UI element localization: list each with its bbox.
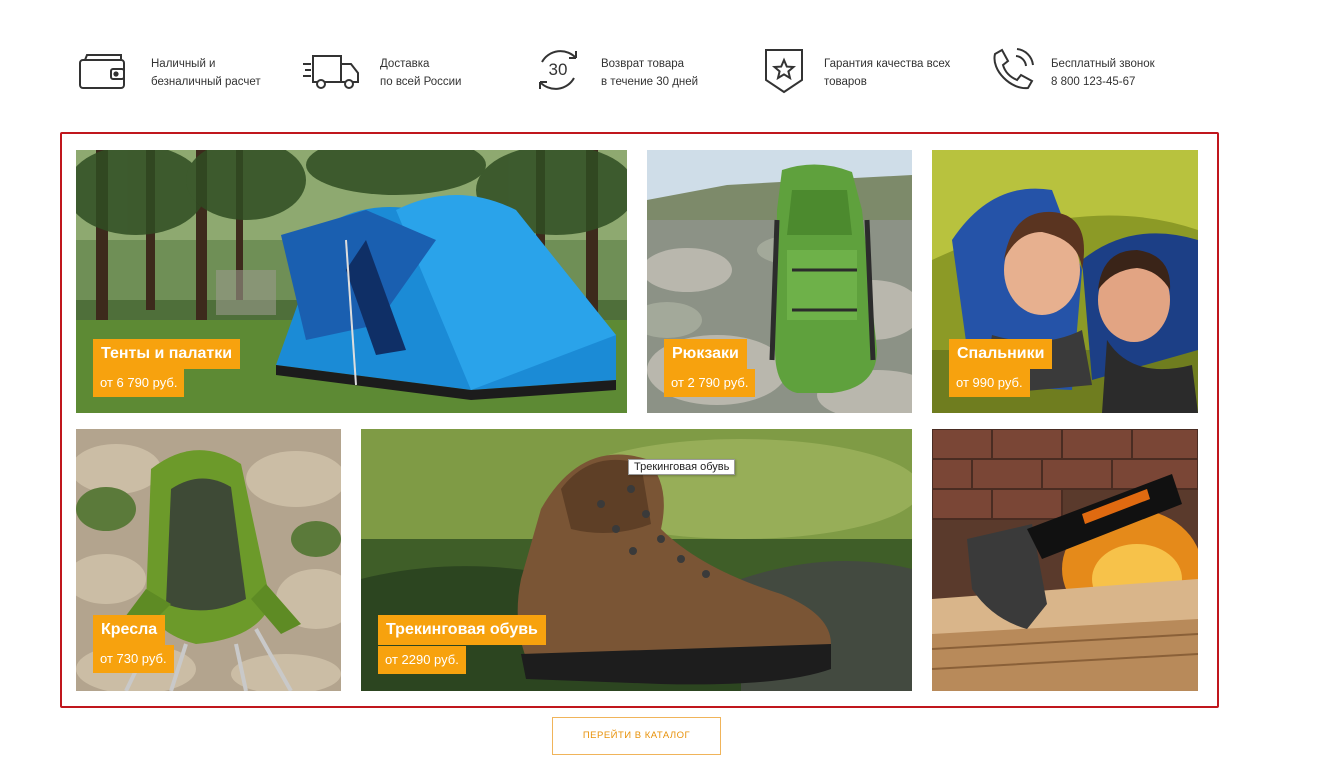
feature-return-line1: Возврат товара	[601, 58, 685, 70]
category-title: Спальники	[949, 339, 1053, 369]
delivery-truck-icon	[301, 44, 361, 96]
category-title: Тенты и палатки	[93, 339, 241, 369]
category-price: от 2 790 руб.	[664, 369, 756, 397]
feature-payment-line2: безналичный расчет	[151, 76, 261, 88]
tooltip: Трекинговая обувь	[628, 459, 736, 475]
svg-text:30: 30	[549, 60, 568, 79]
category-price: от 730 руб.	[93, 645, 174, 673]
feature-delivery-line1: Доставка	[380, 58, 430, 70]
phone-call-icon	[987, 44, 1039, 96]
feature-quality-line1: Гарантия качества всех	[824, 58, 951, 70]
feature-phone-line1: Бесплатный звонок	[1051, 58, 1155, 70]
category-title: Кресла	[93, 615, 166, 645]
feature-return: 30 Возврат товара в течение 30 дней	[532, 44, 752, 104]
category-title: Рюкзаки	[664, 339, 747, 369]
feature-quality: Гарантия качества всех товаров	[760, 44, 990, 104]
go-to-catalog-button[interactable]: ПЕРЕЙТИ В КАТАЛОГ	[552, 717, 721, 755]
category-price: от 990 руб.	[949, 369, 1030, 397]
feature-delivery: Доставка по всей России	[301, 44, 521, 104]
category-price: от 6 790 руб.	[93, 369, 185, 397]
category-title: Трекинговая обувь	[378, 615, 546, 645]
category-tile-tents[interactable]: Тенты и палатки от 6 790 руб.	[76, 150, 627, 413]
category-grid: Тенты и палатки от 6 790 руб. Рюкзаки от…	[60, 132, 1219, 708]
category-tile-sleeping-bags[interactable]: Спальники от 990 руб.	[932, 150, 1198, 413]
feature-phone-number[interactable]: 8 800 123-45-67	[1051, 73, 1155, 91]
feature-delivery-line2: по всей России	[380, 76, 462, 88]
feature-payment: Наличный и безналичный расчет	[77, 44, 297, 104]
return-30-days-icon: 30	[532, 44, 584, 96]
category-price: от 2290 руб.	[378, 646, 466, 674]
category-tile-axes[interactable]	[932, 429, 1198, 691]
features-bar: Наличный и безналичный расчет Доставка п…	[0, 44, 1329, 104]
feature-phone: Бесплатный звонок 8 800 123-45-67	[987, 44, 1217, 104]
axe-image	[932, 429, 1198, 691]
wallet-icon	[77, 44, 129, 96]
feature-payment-line1: Наличный и	[151, 58, 216, 70]
category-tile-chairs[interactable]: Кресла от 730 руб.	[76, 429, 341, 691]
feature-return-line2: в течение 30 дней	[601, 76, 699, 88]
category-tile-backpacks[interactable]: Рюкзаки от 2 790 руб.	[647, 150, 912, 413]
feature-quality-line2: товаров	[824, 76, 867, 88]
quality-shield-star-icon	[760, 44, 812, 96]
